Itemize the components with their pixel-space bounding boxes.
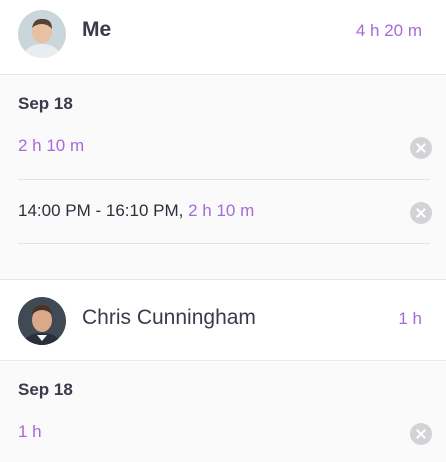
user-total-time: 1 h [398,309,422,328]
avatar [18,10,66,58]
user-header-chris[interactable]: Chris Cunningham 1 h [0,279,446,361]
avatar-photo [18,10,66,58]
divider [18,243,430,244]
user-name: Chris Cunningham [82,306,256,329]
day-total: 2 h 10 m [18,136,85,155]
time-entries-section: Sep 18 2 h 10 m 14:00 PM - 16:10 PM, 2 h… [0,76,446,279]
user-header-me[interactable]: Me 4 h 20 m [0,0,446,75]
time-entries-section: Sep 18 1 h [0,362,446,462]
time-entry-duration: 2 h 10 m [188,201,255,220]
user-name: Me [82,18,112,41]
date-label: Sep 18 [18,94,73,113]
close-circle-icon[interactable] [410,202,432,224]
close-circle-icon[interactable] [410,423,432,445]
user-total-time: 4 h 20 m [355,21,422,40]
divider [18,179,430,180]
day-total-row: 2 h 10 m [0,132,446,168]
time-entry-row: 14:00 PM - 16:10 PM, 2 h 10 m [0,197,446,233]
date-label: Sep 18 [18,380,73,399]
day-total-row: 1 h [0,418,446,454]
day-total: 1 h [18,422,42,441]
avatar [18,297,66,345]
time-entry-text: 14:00 PM - 16:10 PM, 2 h 10 m [18,201,254,221]
time-entry-range: 14:00 PM - 16:10 PM, [18,201,184,220]
avatar-photo [18,297,66,345]
close-circle-icon[interactable] [410,137,432,159]
